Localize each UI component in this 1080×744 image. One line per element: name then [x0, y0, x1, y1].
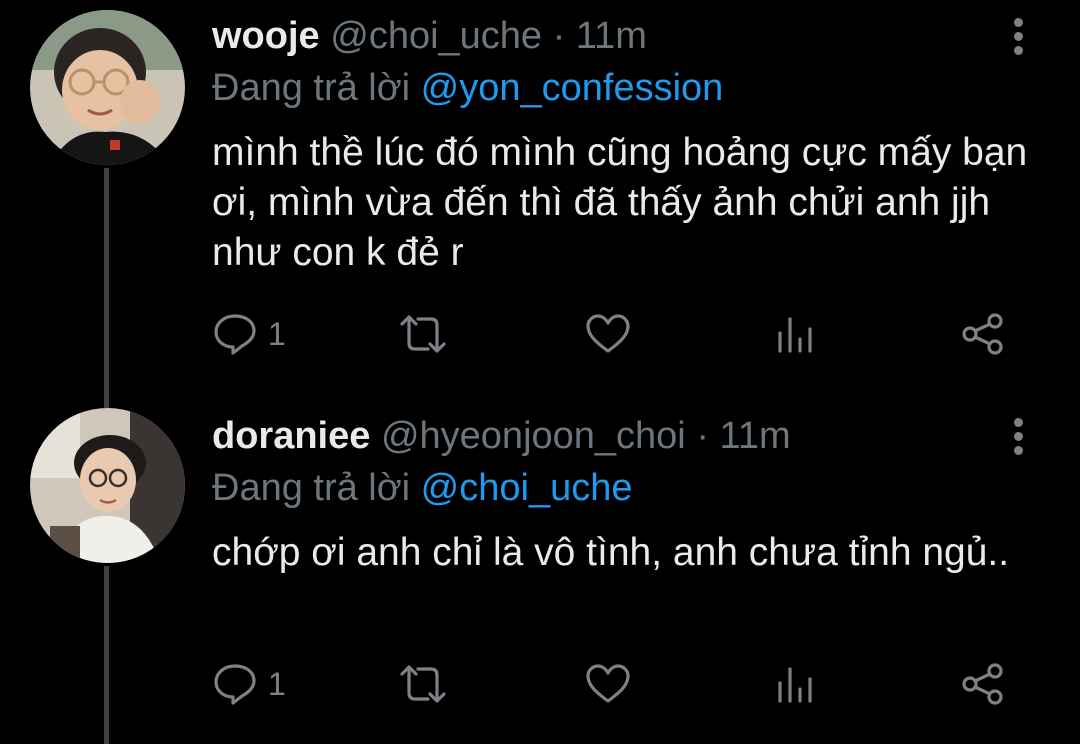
retweet-icon	[400, 315, 446, 353]
avatar[interactable]	[30, 408, 185, 563]
tweet[interactable]: doraniee @hyeonjoon_choi · 11m Đang trả …	[0, 400, 1080, 744]
profile-photo-doraniee	[30, 408, 185, 563]
tweet-text: mình thề lúc đó mình cũng hoảng cực mấy …	[212, 131, 1028, 274]
separator-dot: ·	[696, 415, 709, 457]
reply-count: 1	[268, 315, 286, 352]
retweet-icon	[400, 665, 446, 703]
analytics-icon	[778, 667, 812, 703]
replying-to: Đang trả lời @choi_uche	[212, 464, 633, 512]
tweet[interactable]: wooje @choi_uche · 11m Đang trả lời @yon…	[0, 0, 1080, 400]
reply-button[interactable]: 1	[212, 310, 286, 358]
analytics-icon	[778, 317, 812, 353]
separator-dot: ·	[552, 15, 566, 57]
display-name[interactable]: wooje	[212, 15, 320, 57]
profile-photo-wooje	[30, 10, 185, 165]
tweet-actions: 1	[212, 310, 1012, 358]
reply-button[interactable]: 1	[212, 660, 286, 708]
reply-count: 1	[268, 665, 286, 702]
tweet-header: doraniee @hyeonjoon_choi · 11m	[212, 412, 791, 460]
user-handle[interactable]: @hyeonjoon_choi	[381, 415, 686, 457]
share-button[interactable]	[960, 660, 1006, 708]
share-icon	[962, 313, 1003, 355]
tweet-actions: 1	[212, 660, 1012, 708]
analytics-button[interactable]	[774, 310, 816, 358]
user-handle[interactable]: @choi_uche	[330, 15, 542, 57]
like-button[interactable]	[584, 660, 632, 708]
replying-to: Đang trả lời @yon_confession	[212, 64, 723, 112]
replying-to-label: Đang trả lời	[212, 67, 411, 109]
heart-icon	[586, 314, 630, 353]
more-vertical-icon[interactable]	[1010, 18, 1026, 58]
retweet-button[interactable]	[398, 660, 448, 708]
timestamp[interactable]: 11m	[576, 15, 647, 57]
tweet-header: wooje @choi_uche · 11m	[212, 12, 647, 60]
reply-icon	[214, 664, 256, 705]
more-vertical-icon[interactable]	[1010, 418, 1026, 458]
replying-to-label: Đang trả lời	[212, 467, 411, 509]
mention-link[interactable]: @yon_confession	[421, 67, 724, 109]
share-icon	[962, 663, 1003, 705]
analytics-button[interactable]	[774, 660, 816, 708]
display-name[interactable]: doraniee	[212, 415, 370, 457]
timestamp[interactable]: 11m	[720, 415, 791, 457]
tweet-text: chớp ơi anh chỉ là vô tình, anh chưa tỉn…	[212, 531, 1010, 574]
retweet-button[interactable]	[398, 310, 448, 358]
reply-icon	[214, 314, 256, 355]
share-button[interactable]	[960, 310, 1006, 358]
like-button[interactable]	[584, 310, 632, 358]
mention-link[interactable]: @choi_uche	[421, 467, 633, 509]
avatar[interactable]	[30, 10, 185, 165]
timeline-screen: wooje @choi_uche · 11m Đang trả lời @yon…	[0, 0, 1080, 744]
heart-icon	[586, 664, 630, 703]
